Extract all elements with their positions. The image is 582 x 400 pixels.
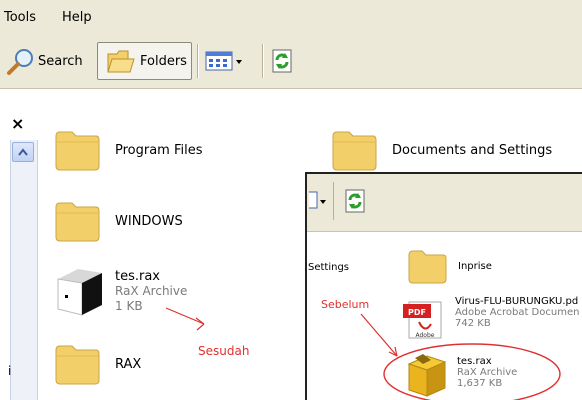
item-name-partial: Settings: [308, 262, 350, 273]
folder-icon: [55, 131, 100, 171]
chevron-up-icon: [18, 148, 28, 156]
scroll-up-button[interactable]: [12, 142, 34, 162]
item-name: Documents and Settings: [392, 142, 553, 158]
item-name: Program Files: [115, 142, 203, 158]
item-type: Adobe Acrobat Documen: [455, 307, 580, 318]
menu-bar: Tools Help: [0, 0, 582, 36]
menu-help[interactable]: Help: [62, 10, 92, 25]
item-name: WINDOWS: [115, 213, 183, 229]
views-icon[interactable]: [309, 188, 329, 214]
toolbar-separator: [262, 44, 263, 78]
item-name: Inprise: [458, 260, 492, 272]
views-button[interactable]: [204, 42, 256, 80]
folders-icon: [107, 50, 135, 73]
folder-item[interactable]: RAX: [52, 340, 141, 388]
search-button[interactable]: Search: [4, 42, 90, 80]
folder-item[interactable]: Documents and Settings: [329, 126, 552, 174]
annotation-after: Sesudah: [198, 344, 250, 358]
sync-button[interactable]: [270, 42, 300, 80]
front-toolbar: [307, 174, 582, 232]
toolbar-separator: [197, 44, 198, 78]
sync-icon: [272, 49, 292, 73]
folder-icon: [332, 131, 377, 171]
sync-icon[interactable]: [343, 188, 367, 214]
side-letter: i: [8, 364, 12, 378]
toolbar-gap: [0, 89, 582, 116]
close-icon[interactable]: ×: [11, 114, 24, 133]
item-name: Virus-FLU-BURUNGKU.pd: [455, 296, 579, 307]
folder-item[interactable]: WINDOWS: [52, 197, 183, 245]
item-type: RaX Archive: [115, 284, 188, 298]
item-size: 742 KB: [455, 318, 491, 329]
folder-icon: [55, 345, 100, 385]
search-icon: [7, 49, 33, 75]
front-window: Settings Inprise PDF Adobe Virus-FLU-BUR…: [305, 172, 582, 400]
annotation-arrow: [165, 307, 205, 331]
pdf-icon-text: PDF: [408, 308, 426, 317]
annotation-ellipse: [383, 343, 561, 400]
file-item[interactable]: PDF Adobe Virus-FLU-BURUNGKU.pd Adobe Ac…: [401, 294, 579, 340]
folder-icon: [55, 202, 100, 242]
folders-button[interactable]: Folders: [97, 42, 192, 80]
pdf-icon: PDF Adobe: [403, 301, 442, 339]
toolbar-separator: [333, 182, 334, 220]
search-label: Search: [38, 53, 83, 69]
toolbar: Search Folders: [0, 36, 582, 89]
folder-item[interactable]: Program Files: [52, 126, 203, 174]
views-icon: [205, 51, 242, 71]
menu-tools[interactable]: Tools: [4, 10, 36, 25]
item-name: RAX: [115, 356, 142, 372]
item-name: tes.rax: [115, 269, 161, 284]
folder-item[interactable]: Inprise: [405, 246, 492, 286]
folders-label: Folders: [140, 53, 187, 69]
scrollbar[interactable]: [10, 140, 38, 400]
folder-icon: [408, 250, 447, 284]
unknown-file-icon: [57, 269, 102, 316]
